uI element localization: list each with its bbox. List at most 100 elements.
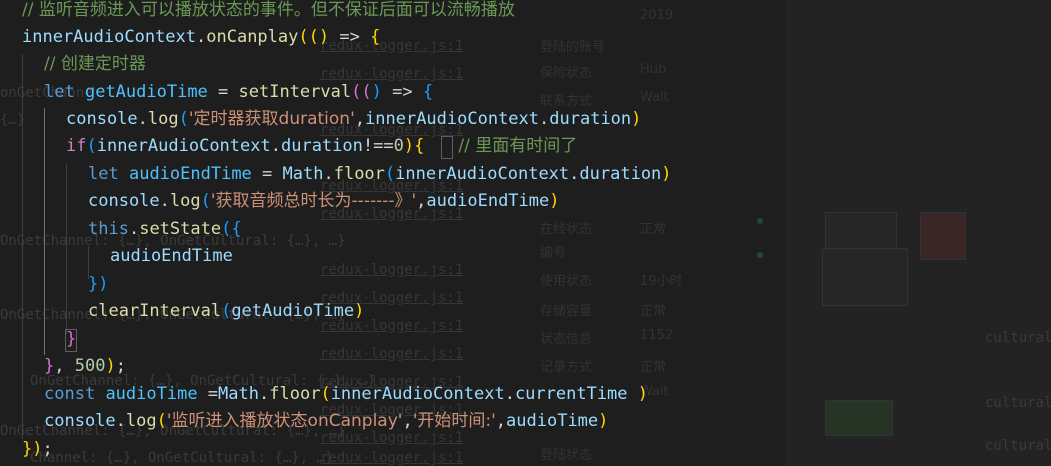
code-token: (: [221, 219, 232, 239]
code-token: currentTime: [514, 384, 628, 404]
code-token: (: [298, 27, 309, 47]
code-token: (: [320, 384, 331, 404]
code-line[interactable]: }, 500);: [44, 353, 126, 380]
code-line[interactable]: console.log('获取音频总时长为-------》',audioEndT…: [88, 188, 560, 215]
code-token: '开始时间:': [412, 411, 496, 431]
code-line[interactable]: }: [66, 326, 76, 353]
ghost-right-label: 记录方式: [540, 360, 593, 375]
ghost-right-value: 1152: [640, 328, 674, 343]
code-token: }: [44, 356, 55, 376]
code-line[interactable]: console.log('定时器获取duration',innerAudioCo…: [66, 106, 641, 133]
ghost-right-edge: cultural:: [985, 395, 1051, 411]
ghost-right-edge: cultural:: [985, 438, 1051, 454]
code-token: getAudioTime: [231, 301, 355, 321]
code-line[interactable]: }): [88, 271, 109, 298]
code-token: ,: [416, 191, 427, 211]
code-token: innerAudioContext: [365, 109, 540, 129]
code-token: .: [270, 136, 281, 156]
code-token: }: [22, 439, 33, 459]
code-line[interactable]: // 监听音频进入可以播放状态的事件。但不保证后面可以流畅播放: [22, 0, 515, 24]
ghost-thumbnail: [825, 400, 893, 436]
code-token: }: [88, 274, 99, 294]
code-token: clearInterval: [88, 301, 222, 321]
code-token: audioEndTime: [426, 191, 550, 211]
code-token: audioEndTime: [110, 246, 233, 266]
code-line[interactable]: console.log('监听进入播放状态onCanplay','开始时间:',…: [44, 408, 608, 435]
code-line[interactable]: clearInterval(getAudioTime): [88, 298, 364, 325]
code-token: onCanplay: [206, 27, 299, 47]
ghost-right-label: 编号: [540, 246, 567, 261]
code-token: =: [207, 82, 239, 102]
code-token: (: [200, 191, 211, 211]
indent-guide: [22, 54, 23, 439]
code-token: ): [32, 439, 43, 459]
code-token: duration: [579, 164, 662, 184]
code-token: =: [197, 384, 219, 404]
code-token: 500: [74, 356, 106, 376]
code-token: =: [251, 164, 283, 184]
ghost-log-link: redux-logger.js:1: [320, 450, 464, 466]
code-line[interactable]: innerAudioContext.onCanplay(() => {: [22, 24, 380, 51]
ghost-right-label: 登陆的账号: [540, 40, 606, 55]
code-token: {: [231, 219, 242, 239]
code-line[interactable]: let audioEndTime = Math.floor(innerAudio…: [88, 161, 672, 188]
code-token: console: [66, 109, 138, 129]
ghost-right-value: Wait: [640, 90, 669, 105]
code-token: {: [422, 82, 434, 102]
ghost-right-label: 保险状态: [540, 66, 593, 81]
code-token: setState: [139, 219, 222, 239]
code-token: .: [569, 164, 580, 184]
code-line[interactable]: // 创建定时器: [44, 51, 146, 78]
ghost-right-label: 存储容量: [540, 304, 593, 319]
code-line[interactable]: if(innerAudioContext.duration!==0){// 里面…: [66, 133, 577, 160]
code-line[interactable]: audioEndTime: [110, 243, 233, 270]
code-token: innerAudioContext: [22, 27, 196, 47]
code-token: let: [88, 164, 119, 184]
code-token: (: [178, 109, 189, 129]
ghost-right-value: 2019: [640, 8, 674, 23]
code-token: log: [147, 109, 179, 129]
code-token: console: [88, 191, 160, 211]
code-token: ): [637, 384, 649, 404]
code-token: (: [361, 82, 372, 102]
code-token: ): [98, 274, 109, 294]
code-token: .: [137, 109, 148, 129]
ghost-right-label: 状态信息: [540, 332, 593, 347]
code-line[interactable]: });: [22, 436, 53, 463]
code-token: ,: [495, 411, 507, 431]
code-comment: // 监听音频进入可以播放状态的事件。但不保证后面可以流畅播放: [22, 0, 515, 20]
code-token: (: [156, 411, 167, 431]
code-editor[interactable]: redux-logger.js:1 redux-logger.js:1 redux-…: [0, 0, 1051, 466]
code-token: log: [125, 411, 157, 431]
code-token: (: [86, 136, 97, 156]
code-token: this: [88, 219, 129, 239]
ghost-right-value: 正常: [640, 360, 667, 375]
code-line[interactable]: this.setState({: [88, 216, 242, 243]
code-token: .: [323, 164, 334, 184]
code-token: .: [259, 384, 270, 404]
code-token: Math: [282, 164, 324, 184]
code-token: ): [598, 411, 609, 431]
code-token: let: [44, 82, 75, 102]
code-line[interactable]: const audioTime =Math.floor(innerAudioCo…: [44, 381, 648, 408]
code-token: =>: [381, 82, 423, 102]
code-token: .: [504, 384, 515, 404]
code-token: ;: [115, 356, 126, 376]
code-token: (: [308, 27, 319, 47]
code-token: (: [221, 301, 232, 321]
ghost-right-edge: cultural:: [985, 330, 1051, 346]
code-line[interactable]: let getAudioTime = setInterval(() => {: [44, 79, 433, 106]
ghost-status-dot: [757, 218, 763, 224]
code-token: ,: [402, 411, 413, 431]
code-token: if: [66, 136, 87, 156]
code-token: ;: [42, 439, 53, 459]
code-token: innerAudioContext: [96, 136, 271, 156]
code-token: {: [414, 136, 425, 156]
code-token: .: [196, 27, 207, 47]
code-token: .: [115, 411, 126, 431]
ghost-thumbnail: [822, 248, 908, 306]
